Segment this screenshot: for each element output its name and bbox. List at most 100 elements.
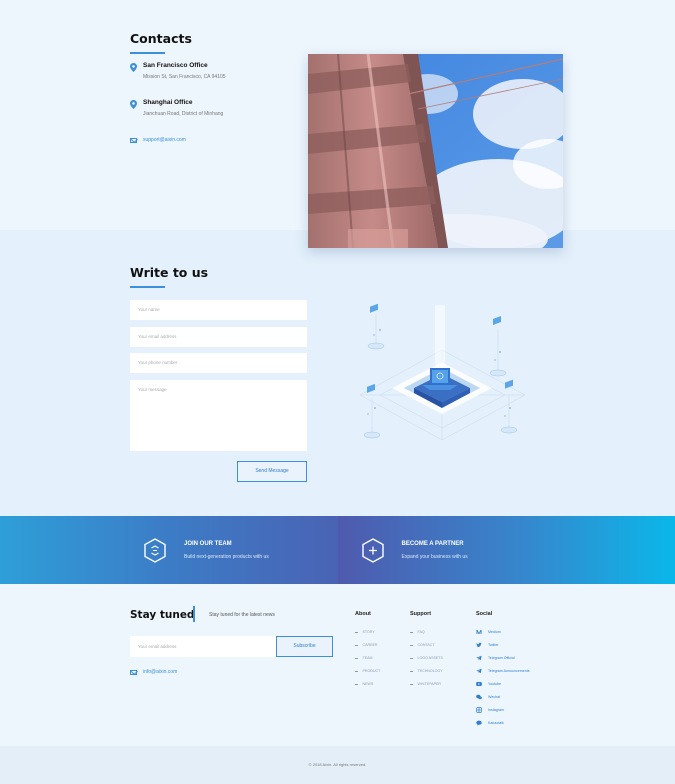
footer-link-career[interactable]: CAREER: [355, 639, 380, 652]
social-link-twitter[interactable]: Twitter: [476, 639, 530, 652]
link-label[interactable]: FAQ: [418, 630, 425, 634]
social-link-instagram[interactable]: Instagram: [476, 703, 530, 716]
message-textarea[interactable]: Your message: [130, 380, 307, 451]
contacts-title: Contacts: [130, 31, 192, 46]
youtube-icon: [476, 681, 482, 687]
wechat-icon: [476, 694, 482, 700]
become-partner-subtitle: Expand your business with us: [401, 554, 468, 560]
social-label[interactable]: Medium: [488, 630, 501, 634]
envelope-icon: [130, 137, 137, 143]
link-label[interactable]: NEWS: [363, 682, 374, 686]
copyright-text: © 2018 Aixin. All rights reserved.: [308, 762, 367, 767]
dash-icon: [355, 670, 358, 672]
join-team-subtitle: Build next-generation products with us: [184, 554, 269, 560]
dash-icon: [410, 670, 413, 672]
title-underline: [130, 52, 165, 54]
social-label[interactable]: Wechat: [488, 695, 500, 699]
dash-icon: [410, 657, 413, 659]
dash-icon: [355, 632, 358, 633]
subscribe-email-input[interactable]: Your email address: [130, 636, 276, 657]
hexagon-link-icon: [144, 538, 166, 563]
telegram-icon: [476, 655, 482, 661]
footer-about-column: About STORY CAREER TEAM PRODUCT NEWS: [355, 611, 380, 690]
stay-tuned-subtitle: Stay tuned for the latest news: [209, 612, 275, 618]
isometric-network-illustration: [359, 303, 526, 441]
stay-tuned-title: Stay tuned: [130, 609, 195, 621]
contact-email-link[interactable]: support@aixin.com: [143, 137, 186, 143]
join-team-panel[interactable]: JOIN OUR TEAM Build next-generation prod…: [0, 516, 338, 584]
footer-social-column: Social Medium Twitter Telegram Official …: [476, 611, 530, 729]
link-label[interactable]: LOGO ASSETS: [418, 656, 443, 660]
twitter-icon: [476, 642, 482, 648]
become-partner-title: BECOME A PARTNER: [401, 541, 464, 547]
social-link-wechat[interactable]: Wechat: [476, 690, 530, 703]
footer-link-faq[interactable]: FAQ: [410, 626, 443, 639]
location-pin-icon: [130, 100, 137, 109]
dash-icon: [410, 645, 413, 646]
name-input[interactable]: Your name: [130, 300, 307, 320]
golden-gate-bridge-photo: [308, 54, 563, 248]
footer-link-product[interactable]: PRODUCT: [355, 665, 380, 678]
dash-icon: [355, 683, 358, 685]
link-label[interactable]: PRODUCT: [363, 669, 381, 673]
medium-icon: [476, 629, 482, 635]
footer-link-news[interactable]: NEWS: [355, 678, 380, 691]
join-team-title: JOIN OUR TEAM: [184, 541, 232, 547]
send-message-button[interactable]: Send Message: [237, 461, 307, 482]
footer-email-link[interactable]: info@aixin.com: [143, 669, 177, 675]
social-label[interactable]: Kakaotalk: [488, 721, 504, 725]
social-label[interactable]: Instagram: [488, 708, 504, 712]
title-underline: [130, 286, 165, 288]
office-address: Jianchuan Road, District of Minhang: [143, 111, 224, 117]
social-link-youtube[interactable]: Youtube: [476, 678, 530, 691]
write-title: Write to us: [130, 265, 209, 280]
cta-banner: JOIN OUR TEAM Build next-generation prod…: [0, 516, 675, 584]
link-label[interactable]: TECHNOLOGY: [418, 669, 443, 673]
dash-icon: [355, 645, 358, 646]
social-link-kakaotalk[interactable]: Kakaotalk: [476, 716, 530, 729]
phone-input[interactable]: Your phone number: [130, 353, 307, 373]
footer-link-technology[interactable]: TECHNOLOGY: [410, 665, 443, 678]
envelope-icon: [130, 669, 137, 675]
dash-icon: [410, 632, 413, 633]
social-label[interactable]: Telegram Official: [488, 656, 515, 660]
dash-icon: [410, 683, 413, 685]
subscribe-button[interactable]: Subscribe: [276, 636, 333, 657]
office-address: Mission St, San Francisco, CA 94105: [143, 74, 226, 80]
footer-link-whitepaper[interactable]: WHITEPAPER: [410, 678, 443, 691]
social-link-medium[interactable]: Medium: [476, 626, 530, 639]
footer-support-column: Support FAQ CONTACT LOGO ASSETS TECHNOLO…: [410, 611, 443, 690]
email-input[interactable]: Your email address: [130, 327, 307, 347]
footer: [0, 584, 675, 746]
social-label[interactable]: Twitter: [488, 643, 499, 647]
support-heading: Support: [410, 611, 432, 617]
footer-link-story[interactable]: STORY: [355, 626, 380, 639]
instagram-icon: [476, 706, 482, 713]
footer-link-logo-assets[interactable]: LOGO ASSETS: [410, 652, 443, 665]
social-link-telegram-official[interactable]: Telegram Official: [476, 652, 530, 665]
kakaotalk-icon: [476, 720, 482, 726]
office-name: Shanghai Office: [143, 99, 193, 106]
link-label[interactable]: CONTACT: [418, 643, 435, 647]
office-name: San Francisco Office: [143, 62, 208, 69]
social-link-telegram-announcements[interactable]: Telegram Announcements: [476, 665, 530, 678]
about-heading: About: [355, 611, 371, 617]
contact-email[interactable]: support@aixin.com: [130, 137, 186, 143]
stay-tuned-divider: [193, 606, 195, 622]
footer-link-team[interactable]: TEAM: [355, 652, 380, 665]
location-pin-icon: [130, 63, 137, 72]
social-label[interactable]: Telegram Announcements: [488, 669, 530, 673]
telegram-icon: [476, 668, 482, 674]
link-label[interactable]: STORY: [363, 630, 375, 634]
footer-link-contact[interactable]: CONTACT: [410, 639, 443, 652]
become-partner-panel[interactable]: BECOME A PARTNER Expand your business wi…: [337, 516, 675, 584]
social-heading: Social: [476, 611, 493, 617]
dash-icon: [355, 657, 358, 659]
footer-email[interactable]: info@aixin.com: [130, 669, 177, 675]
write-section: [0, 230, 675, 517]
social-label[interactable]: Youtube: [488, 682, 501, 686]
link-label[interactable]: WHITEPAPER: [418, 682, 442, 686]
hexagon-plus-icon: [361, 538, 384, 563]
link-label[interactable]: CAREER: [363, 643, 378, 647]
link-label[interactable]: TEAM: [363, 656, 373, 660]
